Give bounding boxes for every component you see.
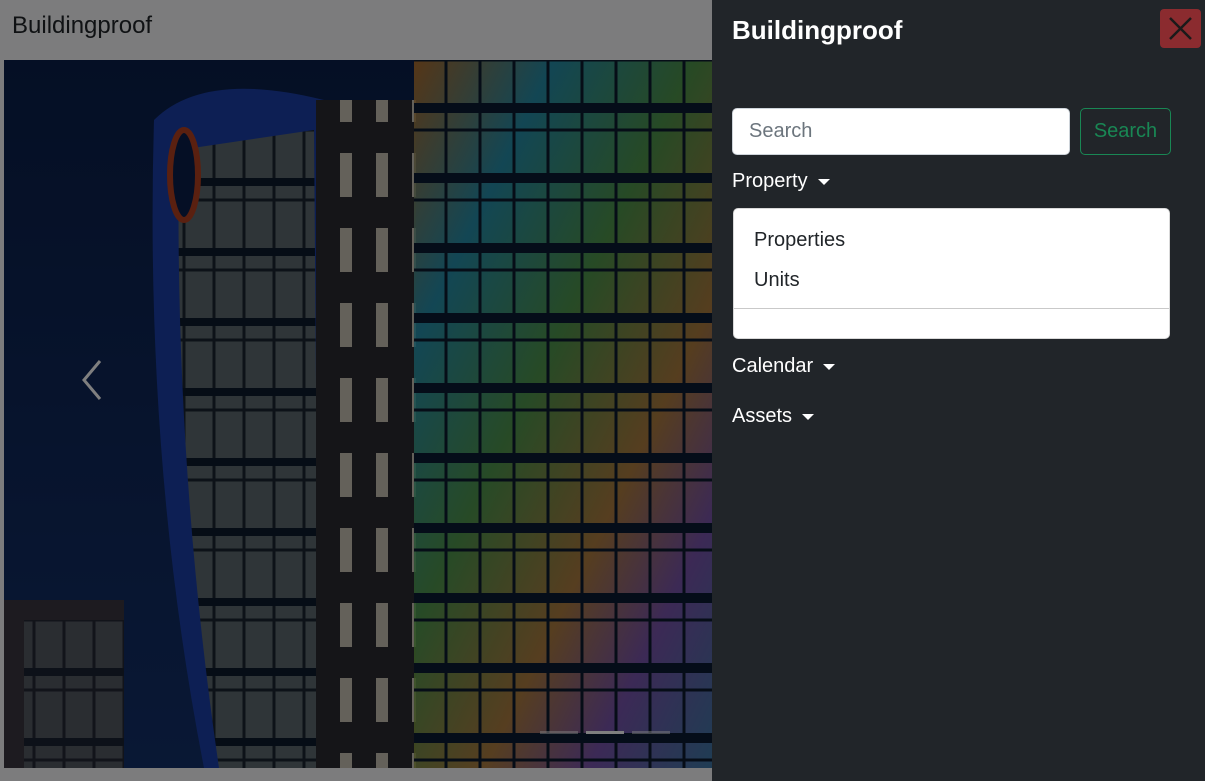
property-dropdown-label: Property xyxy=(732,170,808,192)
caret-down-icon xyxy=(817,178,830,185)
offcanvas-menu: Buildingproof Search Property Properties… xyxy=(712,0,1205,781)
calendar-dropdown-label: Calendar xyxy=(732,355,814,377)
dropdown-item-units[interactable]: Units xyxy=(754,269,800,292)
property-dropdown-menu: Properties Units xyxy=(733,208,1170,339)
dropdown-item-properties[interactable]: Properties xyxy=(754,229,845,252)
close-button[interactable] xyxy=(1160,9,1201,48)
search-button[interactable]: Search xyxy=(1080,108,1171,155)
offcanvas-title: Buildingproof xyxy=(732,15,903,45)
search-input[interactable] xyxy=(732,108,1070,155)
assets-dropdown-toggle[interactable]: Assets xyxy=(732,405,815,428)
caret-down-icon xyxy=(802,413,815,420)
close-icon xyxy=(1169,17,1192,40)
property-dropdown-toggle[interactable]: Property xyxy=(732,170,830,193)
caret-down-icon xyxy=(823,363,836,370)
assets-dropdown-label: Assets xyxy=(732,405,793,427)
dropdown-divider xyxy=(734,308,1169,309)
calendar-dropdown-toggle[interactable]: Calendar xyxy=(732,355,836,378)
